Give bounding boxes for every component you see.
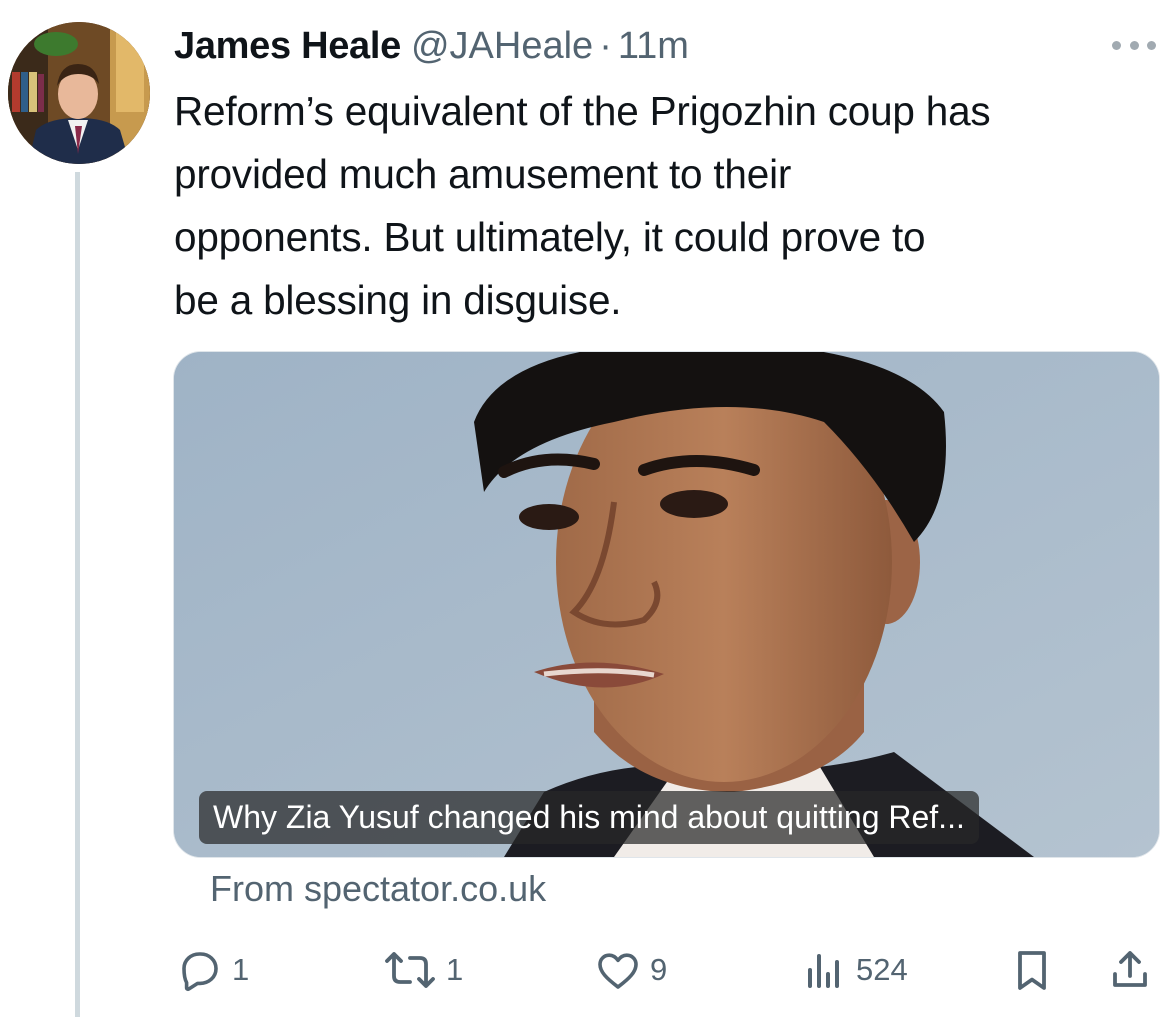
share-button[interactable]	[1106, 940, 1154, 1000]
views-button[interactable]: 524	[800, 940, 908, 1000]
card-caption: Why Zia Yusuf changed his mind about qui…	[199, 791, 979, 844]
more-options-icon[interactable]	[1112, 30, 1156, 60]
more-dot	[1129, 40, 1139, 50]
link-card[interactable]: Why Zia Yusuf changed his mind about qui…	[173, 351, 1160, 858]
reply-button[interactable]: 1	[176, 940, 249, 1000]
view-count: 524	[856, 952, 908, 987]
reply-icon	[182, 952, 218, 992]
heart-icon	[598, 953, 638, 989]
more-dot	[1147, 40, 1156, 50]
more-dot	[1112, 40, 1121, 50]
share-icon	[1113, 951, 1147, 987]
thread-line	[75, 172, 80, 1017]
like-button[interactable]: 9	[594, 940, 667, 1000]
action-bar: 1 1 9 524	[0, 940, 1176, 1000]
card-source[interactable]: From spectator.co.uk	[210, 868, 546, 910]
portrait-photo-icon	[174, 352, 1159, 857]
tweet-text: Reform’s equivalent of the Prigozhin cou…	[174, 88, 991, 323]
retweet-icon	[385, 952, 435, 988]
like-count: 9	[650, 952, 668, 987]
tweet-header: James Heale @JAHeale · 11m	[174, 18, 689, 74]
tweet-timestamp[interactable]: 11m	[618, 25, 689, 68]
author-display-name[interactable]: James Heale	[174, 25, 401, 68]
profile-photo-icon	[8, 22, 150, 164]
avatar[interactable]	[8, 22, 150, 164]
views-chart-icon	[808, 954, 839, 988]
bookmark-button[interactable]	[1008, 940, 1056, 1000]
retweet-count: 1	[446, 952, 464, 987]
separator-dot: ·	[599, 24, 612, 67]
retweet-button[interactable]: 1	[382, 940, 463, 1000]
reply-count: 1	[232, 952, 250, 987]
bookmark-icon	[1018, 951, 1046, 990]
author-handle[interactable]: @JAHeale	[411, 25, 593, 68]
